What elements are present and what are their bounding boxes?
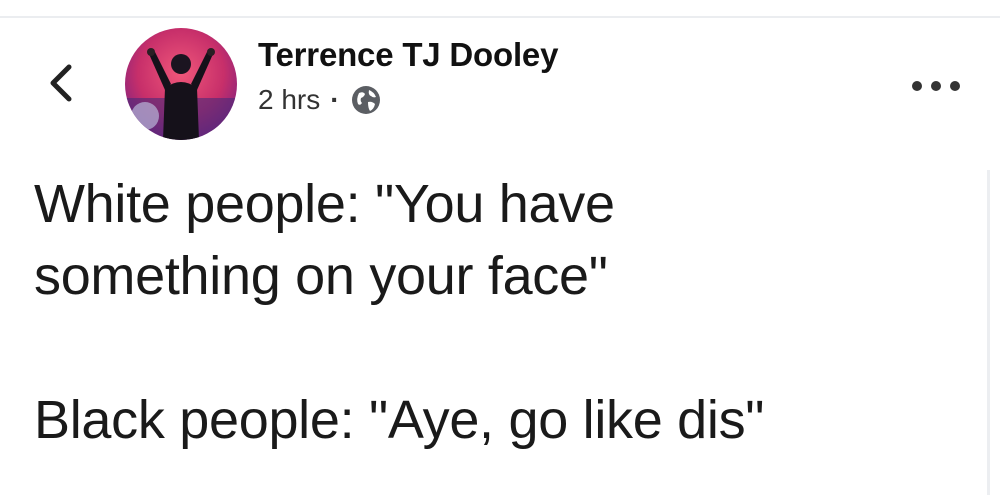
more-dots-icon [931, 81, 941, 91]
chevron-left-icon [50, 64, 72, 102]
avatar[interactable] [125, 28, 237, 140]
scrollbar[interactable] [987, 170, 990, 495]
post-text-paragraph-2: Black people: "Aye, go like dis" [34, 390, 765, 450]
post-header: Terrence TJ Dooley 2 hrs · [0, 22, 1000, 142]
more-dots-icon [950, 81, 960, 91]
post-meta: 2 hrs · [258, 84, 382, 116]
top-divider [0, 16, 1000, 18]
back-button[interactable] [38, 58, 82, 108]
globe-icon [350, 84, 382, 116]
meta-separator: · [330, 84, 340, 115]
author-name[interactable]: Terrence TJ Dooley [258, 36, 558, 74]
more-dots-icon [912, 81, 922, 91]
post-time[interactable]: 2 hrs [258, 84, 320, 116]
more-options-button[interactable] [912, 76, 960, 96]
post-text-paragraph-1: White people: "You have something on you… [34, 174, 615, 306]
post-text: White people: "You have something on you… [34, 168, 934, 456]
